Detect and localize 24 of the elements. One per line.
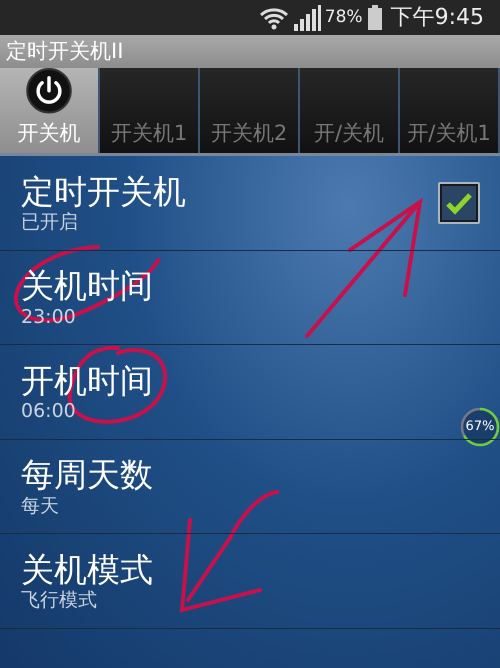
settings-row[interactable]: 定时开关机 已开启 — [0, 156, 500, 250]
battery-percent: 78% — [324, 6, 363, 29]
tab[interactable]: 开/关机 — [300, 68, 400, 153]
checkbox[interactable] — [438, 182, 480, 224]
memory-widget[interactable]: 67% — [459, 406, 500, 448]
setting-summary: 每天 — [21, 494, 59, 518]
tab[interactable]: 开/关机1 — [400, 68, 500, 153]
settings-row[interactable]: 关机模式 飞行模式 — [0, 534, 500, 628]
tab[interactable]: 开关机2 — [200, 68, 300, 153]
setting-title: 每周天数 — [21, 455, 153, 495]
setting-title: 定时开关机 — [21, 172, 186, 212]
app-title: 定时开关机II — [6, 38, 124, 65]
clock-time: 下午9:45 — [390, 4, 484, 32]
power-icon — [26, 68, 72, 114]
signal-icon — [292, 4, 321, 30]
check-icon — [445, 190, 473, 215]
tab[interactable]: 开关机1 — [100, 68, 200, 153]
setting-summary: 飞行模式 — [21, 589, 97, 612]
settings-row[interactable]: 每周天数 每天 — [0, 440, 500, 534]
wifi-icon — [258, 6, 289, 30]
setting-summary: 06:00 — [21, 400, 76, 423]
setting-title: 关机模式 — [21, 550, 153, 590]
setting-summary: 已开启 — [21, 211, 78, 234]
battery-icon — [366, 4, 383, 30]
